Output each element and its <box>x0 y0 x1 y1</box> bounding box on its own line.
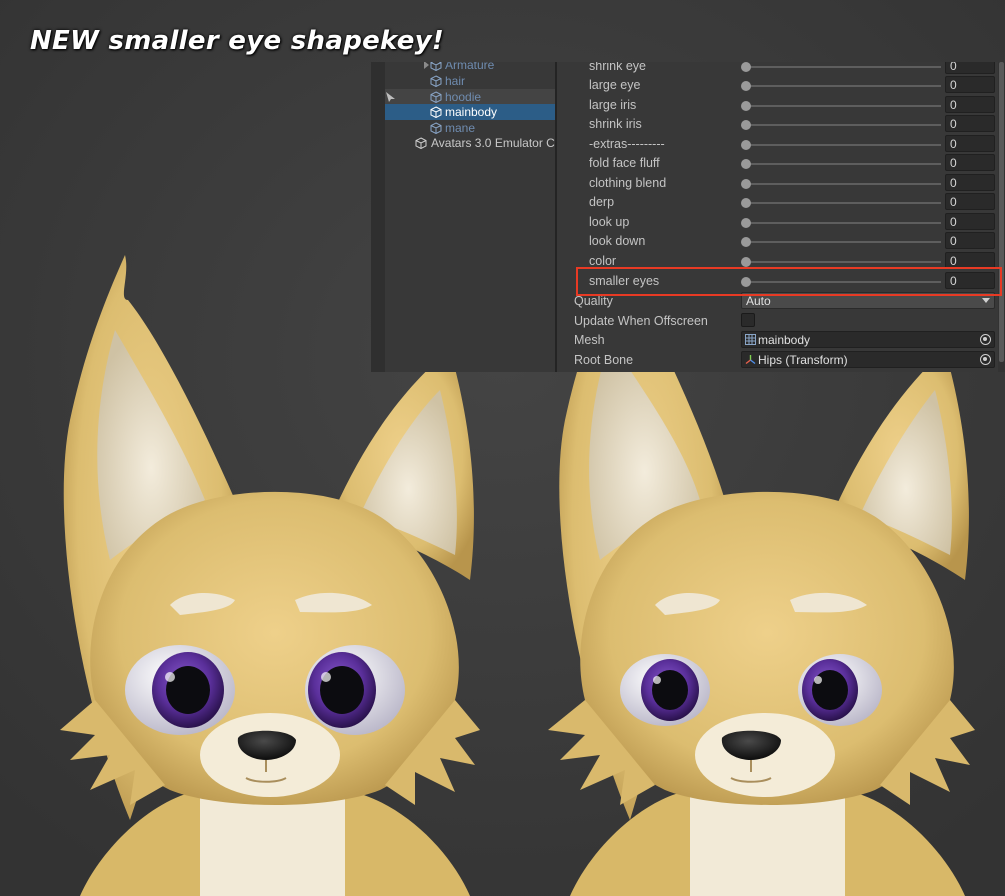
mesh-field[interactable]: mainbody <box>741 331 995 348</box>
slider-handle[interactable] <box>741 159 751 169</box>
blendshape-row: clothing blend 0 <box>557 174 1005 193</box>
blendshape-row: fold face fluff 0 <box>557 154 1005 173</box>
update-offscreen-label: Update When Offscreen <box>574 314 708 328</box>
blendshape-value-field[interactable]: 0 <box>945 174 995 191</box>
blendshape-value-field[interactable]: 0 <box>945 76 995 93</box>
slider-track[interactable] <box>745 85 941 87</box>
hierarchy-item-avatars-emulator[interactable]: Avatars 3.0 Emulator C <box>385 135 555 151</box>
mesh-value: mainbody <box>758 333 811 347</box>
slider-handle[interactable] <box>741 218 751 228</box>
blendshape-row: look up 0 <box>557 213 1005 232</box>
blendshape-value-field[interactable]: 0 <box>945 62 995 74</box>
hierarchy-item-label: mainbody <box>445 105 498 119</box>
smaller-eyes-highlight-box <box>576 267 1002 296</box>
blendshape-row: shrink iris 0 <box>557 115 1005 134</box>
cube-icon <box>430 62 442 71</box>
transform-axes-icon <box>745 355 756 365</box>
hierarchy-item-label: hoodie <box>445 90 482 104</box>
blendshape-row: shrink eye 0 <box>557 62 1005 76</box>
slider-track[interactable] <box>745 66 941 68</box>
root-bone-field[interactable]: Hips (Transform) <box>741 351 995 368</box>
blendshape-row: large iris 0 <box>557 96 1005 115</box>
blendshape-label: look up <box>589 215 630 229</box>
slider-handle[interactable] <box>741 198 751 208</box>
hierarchy-item-label: Armature <box>445 62 495 72</box>
mesh-row: Mesh mainbody <box>557 331 1005 350</box>
blendshape-label: derp <box>589 195 615 209</box>
blendshape-row: -extras--------- 0 <box>557 135 1005 154</box>
slider-track[interactable] <box>745 241 941 243</box>
cube-icon <box>430 91 442 103</box>
hierarchy-item-label: hair <box>445 74 466 88</box>
slider-track[interactable] <box>745 261 941 263</box>
blendshape-label: fold face fluff <box>589 156 660 170</box>
slider-track[interactable] <box>745 105 941 107</box>
scrollbar-thumb[interactable] <box>999 62 1004 362</box>
blendshape-value-field[interactable]: 0 <box>945 193 995 210</box>
cube-icon <box>430 75 442 87</box>
slider-handle[interactable] <box>741 237 751 247</box>
slider-handle[interactable] <box>741 62 751 72</box>
slider-track[interactable] <box>745 124 941 126</box>
headline-caption: NEW smaller eye shapekey! <box>30 26 445 56</box>
blendshape-value-field[interactable]: 0 <box>945 154 995 171</box>
blendshape-label: look down <box>589 234 646 248</box>
update-offscreen-row: Update When Offscreen <box>557 312 1005 331</box>
unity-editor-panel: Armature hair hoodie mainbody mane Avata… <box>371 62 1005 372</box>
object-picker-icon[interactable] <box>980 354 991 365</box>
slider-track[interactable] <box>745 222 941 224</box>
hierarchy-panel: Armature hair hoodie mainbody mane Avata… <box>385 62 557 372</box>
blendshape-value-field[interactable]: 0 <box>945 115 995 132</box>
blendshape-label: large iris <box>589 98 637 112</box>
blendshape-row: derp 0 <box>557 193 1005 212</box>
blendshape-value-field[interactable]: 0 <box>945 213 995 230</box>
slider-handle[interactable] <box>741 140 751 150</box>
slider-track[interactable] <box>745 202 941 204</box>
chevron-down-icon <box>982 298 990 303</box>
blendshape-label: clothing blend <box>589 176 667 190</box>
mesh-label: Mesh <box>574 333 605 347</box>
slider-handle[interactable] <box>741 179 751 189</box>
object-picker-icon[interactable] <box>980 334 991 345</box>
hierarchy-item-hoodie[interactable]: hoodie <box>385 89 555 105</box>
hierarchy-item-label: Avatars 3.0 Emulator C <box>431 136 555 150</box>
blendshape-label: large eye <box>589 78 641 92</box>
hierarchy-item-mane[interactable]: mane <box>385 120 555 136</box>
blendshape-label: shrink iris <box>589 117 642 131</box>
root-bone-value: Hips (Transform) <box>758 353 848 367</box>
blendshape-label: shrink eye <box>589 62 646 73</box>
slider-track[interactable] <box>745 183 941 185</box>
hierarchy-gutter <box>371 62 385 372</box>
blendshape-value-field[interactable]: 0 <box>945 135 995 152</box>
root-bone-row: Root Bone Hips (Transform) <box>557 351 1005 370</box>
blendshape-row: large eye 0 <box>557 76 1005 95</box>
inspector-scrollbar[interactable] <box>998 62 1005 372</box>
slider-handle[interactable] <box>741 120 751 130</box>
hierarchy-item-armature[interactable]: Armature <box>385 62 555 73</box>
cursor-pointer-icon <box>386 92 395 102</box>
hierarchy-item-mainbody[interactable]: mainbody <box>385 104 555 120</box>
slider-track[interactable] <box>745 144 941 146</box>
slider-track[interactable] <box>745 163 941 165</box>
cube-icon <box>430 122 442 134</box>
root-bone-label: Root Bone <box>574 353 634 367</box>
hierarchy-item-hair[interactable]: hair <box>385 73 555 89</box>
hierarchy-item-label: mane <box>445 121 476 135</box>
blendshape-value-field[interactable]: 0 <box>945 96 995 113</box>
cube-icon <box>430 106 442 118</box>
slider-handle[interactable] <box>741 101 751 111</box>
mesh-grid-icon <box>745 334 756 345</box>
cube-icon <box>415 137 427 149</box>
slider-handle[interactable] <box>741 81 751 91</box>
update-offscreen-checkbox[interactable] <box>741 313 755 327</box>
blendshape-label: -extras--------- <box>589 137 665 151</box>
blendshape-row: look down 0 <box>557 232 1005 251</box>
slider-handle[interactable] <box>741 257 751 267</box>
inspector-panel: shrink eye 0 large eye 0 large iris 0 sh… <box>557 62 1005 372</box>
blendshape-value-field[interactable]: 0 <box>945 232 995 249</box>
